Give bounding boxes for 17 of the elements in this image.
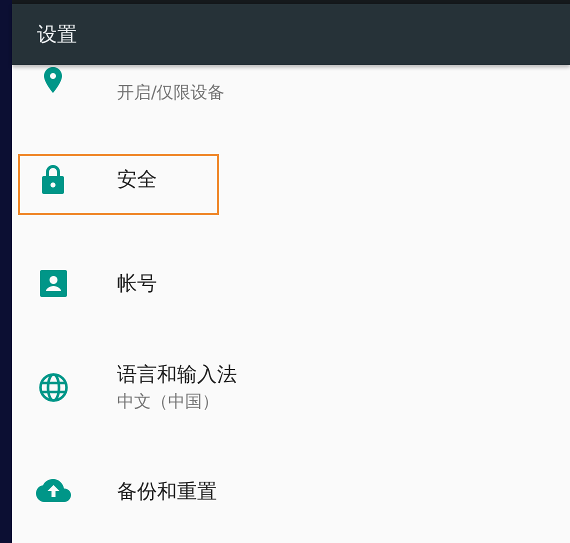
settings-item[interactable]: 安全 (12, 127, 570, 231)
account-icon (40, 270, 66, 296)
lock-icon (41, 164, 65, 194)
globe-icon (38, 372, 68, 402)
settings-item[interactable]: 备份和重置 (12, 439, 570, 543)
settings-item[interactable]: 开启/仅限设备 (12, 65, 570, 127)
settings-item[interactable]: 语言和输入法 中文（中国） (12, 335, 570, 439)
app-bar-title: 设置 (37, 20, 77, 48)
location-pin-icon (44, 67, 62, 93)
item-summary: 中文（中国） (117, 391, 220, 413)
cloud-upload-icon (36, 479, 70, 503)
item-title: 语言和输入法 (117, 361, 237, 387)
item-title: 安全 (117, 166, 157, 192)
item-summary: 开启/仅限设备 (117, 82, 225, 104)
item-title: 备份和重置 (117, 478, 217, 504)
settings-item[interactable]: 帐号 (12, 231, 570, 335)
item-title: 帐号 (117, 270, 157, 296)
